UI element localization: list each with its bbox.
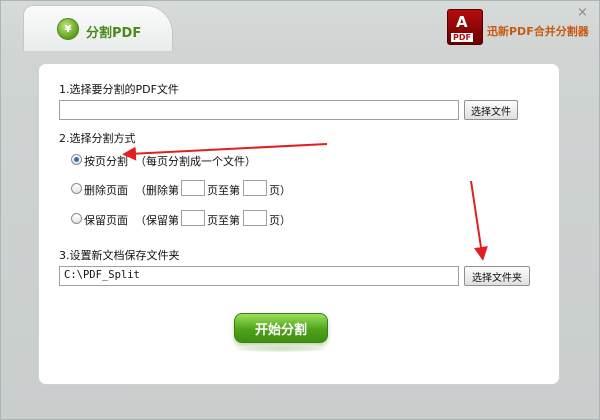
pdf-file-input[interactable] <box>59 100 459 120</box>
choose-file-button[interactable]: 选择文件 <box>464 100 518 120</box>
window-title: 分割PDF <box>86 26 142 41</box>
section1-label: 1.选择要分割的PDF文件 <box>59 83 179 96</box>
close-icon[interactable]: × <box>577 5 588 20</box>
pdf-tag: PDF <box>451 33 473 42</box>
content-panel: 1.选择要分割的PDF文件 选择文件 2.选择分割方式 按页分割 （每页分割成一… <box>38 63 560 385</box>
delete-from-input[interactable] <box>181 180 205 196</box>
output-folder-input[interactable]: C:\PDF_Split <box>59 266 459 286</box>
delete-pages-radio[interactable] <box>71 183 82 194</box>
pdf-brand-icon: A PDF <box>447 9 483 45</box>
keep-to-label: 页至第 <box>207 214 240 227</box>
delete-end-label: 页） <box>269 184 291 197</box>
start-button-reflection <box>237 346 325 352</box>
split-by-page-desc: （每页分割成一个文件） <box>135 155 256 168</box>
title-tab: ¥ 分割PDF <box>23 5 173 51</box>
section3-label: 3.设置新文档保存文件夹 <box>59 249 180 262</box>
delete-to-input[interactable] <box>243 180 267 196</box>
delete-from-label: （删除第 <box>135 184 179 197</box>
keep-pages-radio[interactable] <box>71 213 82 224</box>
keep-end-label: 页） <box>269 214 291 227</box>
brand-name: 迅新PDF合并分割器 <box>487 25 589 38</box>
acrobat-glyph: A <box>456 13 468 31</box>
keep-from-input[interactable] <box>181 210 205 226</box>
app-window: ¥ 分割PDF A PDF 迅新PDF合并分割器 × 1.选择要分割的PDF文件… <box>0 0 600 420</box>
keep-from-label: （保留第 <box>135 214 179 227</box>
section2-label: 2.选择分割方式 <box>59 132 136 145</box>
app-logo-icon: ¥ <box>57 18 79 40</box>
choose-folder-button[interactable]: 选择文件夹 <box>464 266 530 286</box>
delete-pages-label[interactable]: 删除页面 <box>84 182 128 198</box>
keep-pages-label[interactable]: 保留页面 <box>84 212 128 228</box>
delete-to-label: 页至第 <box>207 184 240 197</box>
split-by-page-radio[interactable] <box>71 154 82 165</box>
split-by-page-label[interactable]: 按页分割 <box>84 153 128 169</box>
start-split-button[interactable]: 开始分割 <box>234 313 328 343</box>
keep-to-input[interactable] <box>243 210 267 226</box>
